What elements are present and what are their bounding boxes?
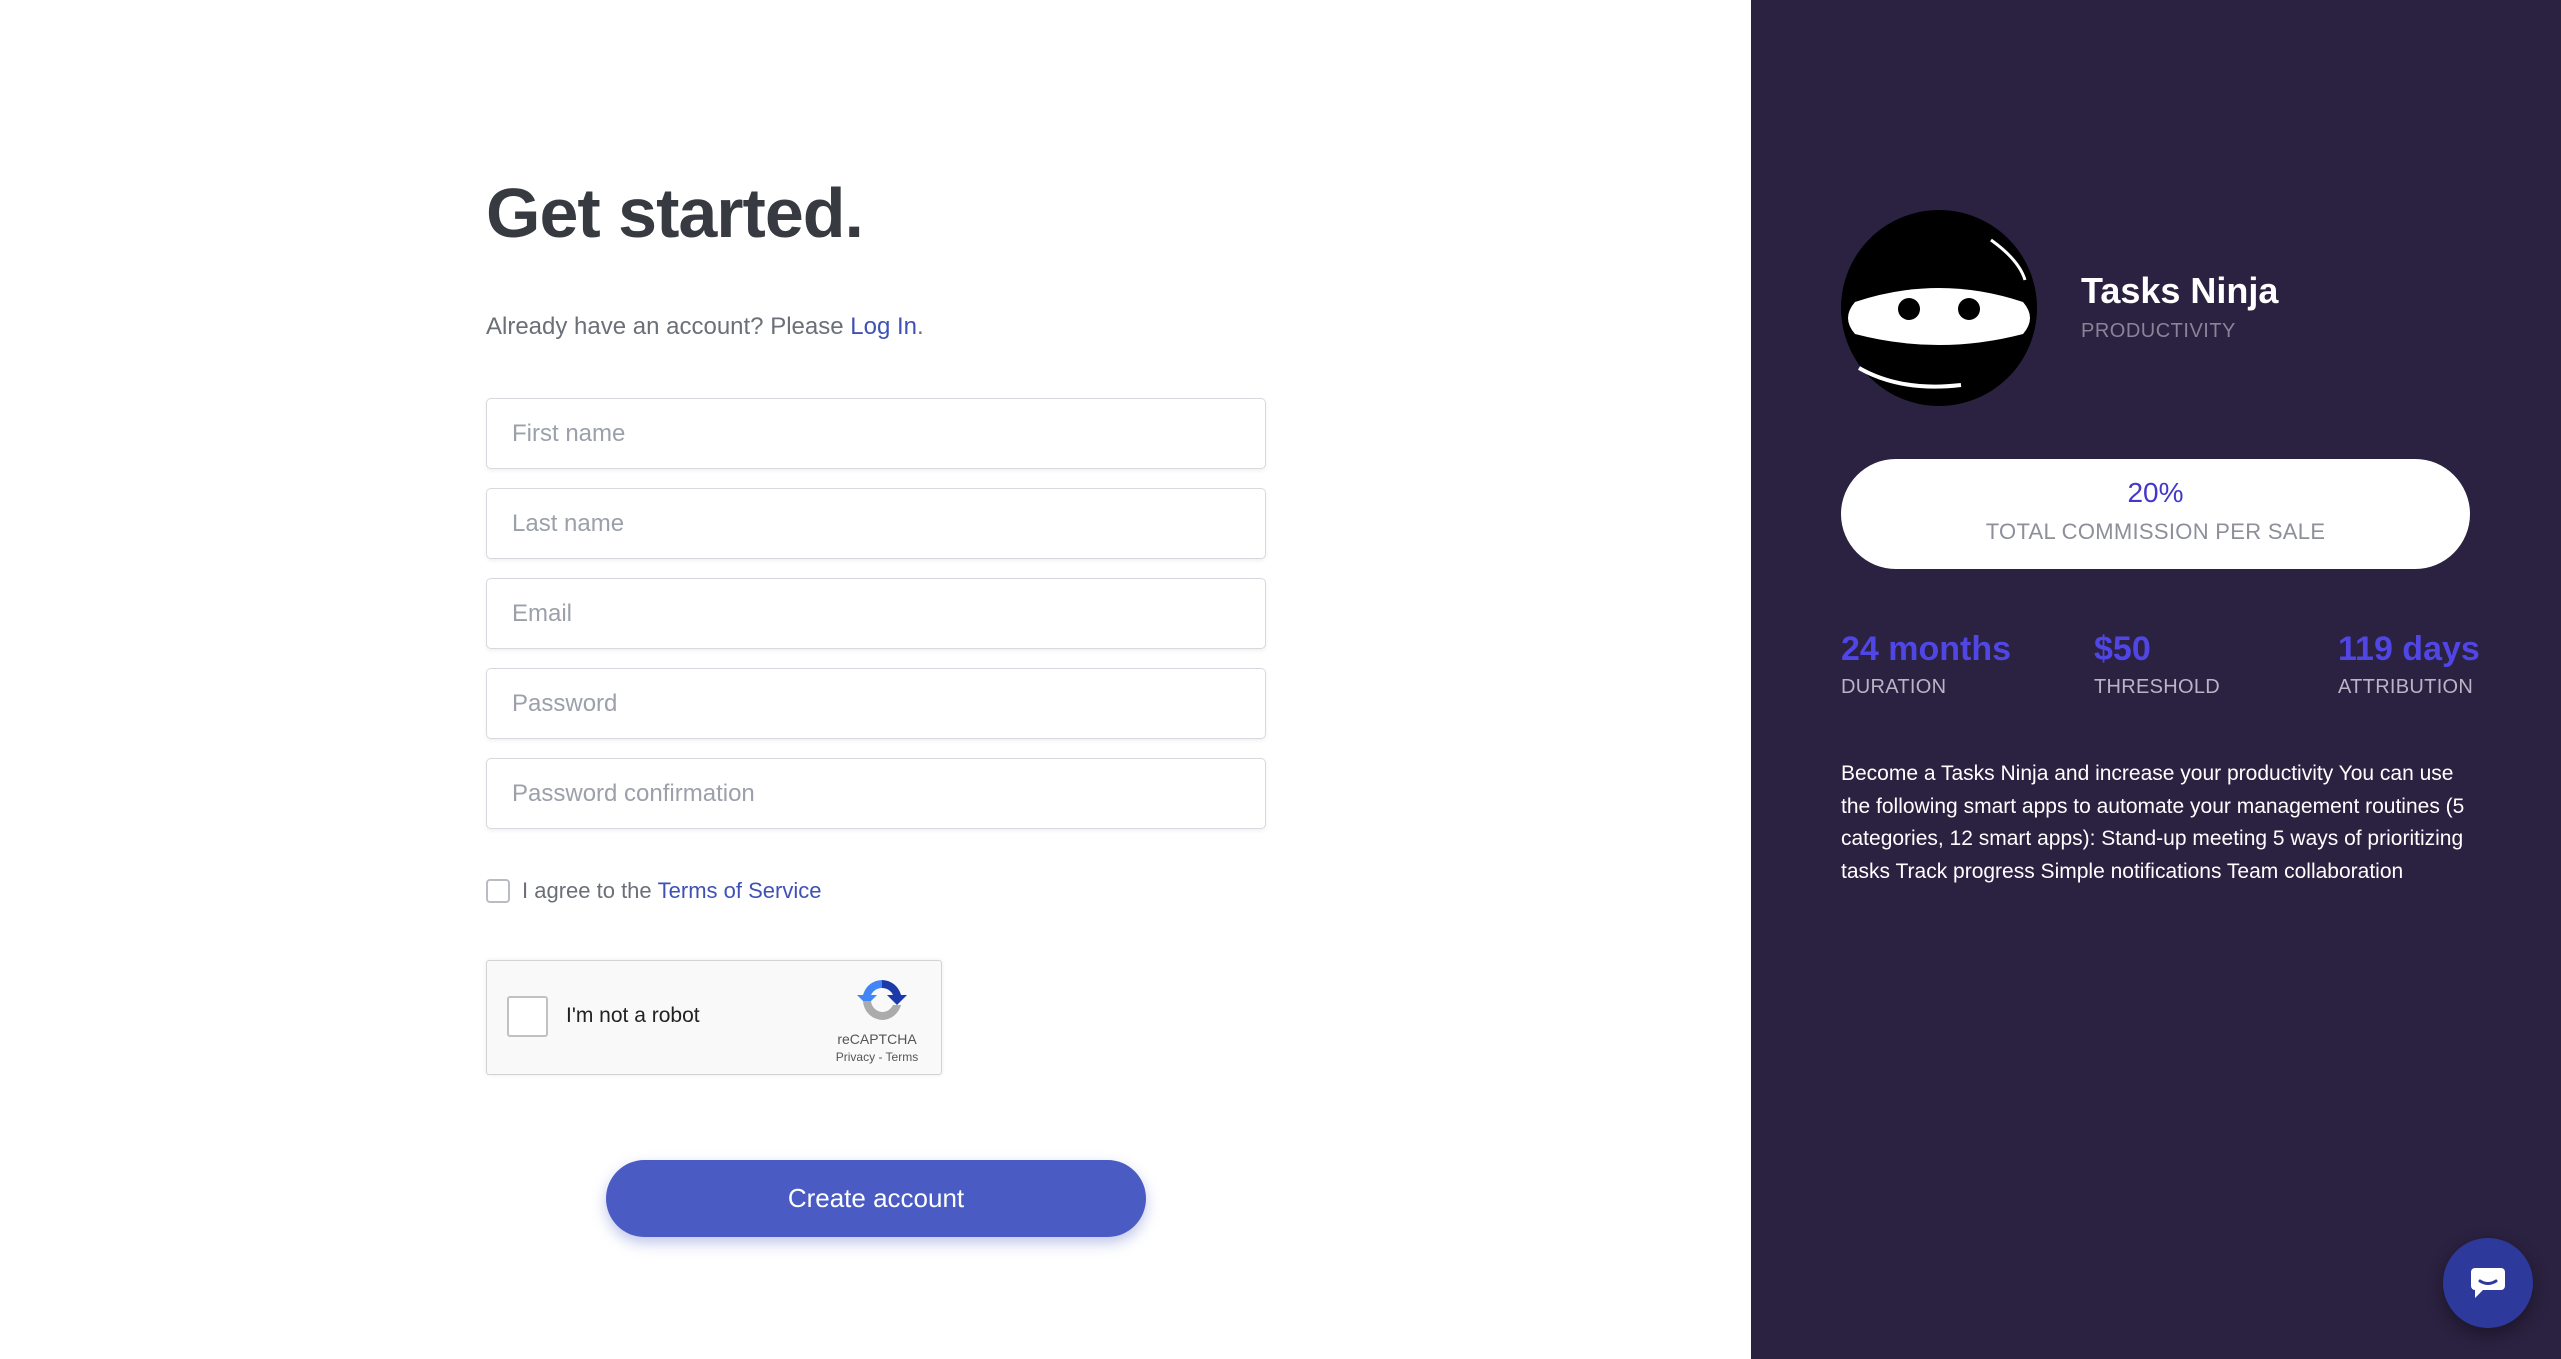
stat-attribution: 119 days ATTRIBUTION	[2338, 628, 2480, 699]
stat-duration-value: 24 months	[1841, 630, 2012, 668]
stat-duration-label: DURATION	[1841, 676, 1947, 698]
program-name: Tasks Ninja	[2081, 270, 2279, 311]
terms-checkbox[interactable]	[486, 879, 510, 903]
terms-of-service-link[interactable]: Terms of Service	[658, 878, 822, 904]
email-field[interactable]	[486, 578, 1266, 649]
terms-row: I agree to the Terms of Service	[486, 876, 1266, 906]
signup-fields	[486, 398, 1266, 829]
recaptcha-widget: I'm not a robot reCAPTCHA Privacy - Term…	[486, 960, 942, 1075]
chat-launcher-button[interactable]	[2443, 1238, 2533, 1328]
login-prompt: Already have an account? Please Log In.	[486, 312, 1266, 342]
login-link[interactable]: Log In	[850, 313, 917, 340]
login-prompt-suffix: .	[916, 313, 924, 340]
recaptcha-brand: reCAPTCHA	[837, 1031, 917, 1047]
program-panel: Tasks Ninja PRODUCTIVITY 20% TOTAL COMMI…	[1751, 0, 2561, 1359]
first-name-field[interactable]	[486, 398, 1266, 469]
program-description: Become a Tasks Ninja and increase your p…	[1841, 762, 2465, 883]
stat-attribution-label: ATTRIBUTION	[2338, 676, 2474, 698]
signup-section: Get started. Already have an account? Pl…	[0, 0, 1751, 1359]
create-account-button[interactable]: Create account	[606, 1160, 1146, 1237]
commission-label: TOTAL COMMISSION PER SALE	[1985, 519, 2326, 544]
recaptcha-privacy-terms[interactable]: Privacy - Terms	[827, 1050, 927, 1064]
commission-card: 20% TOTAL COMMISSION PER SALE	[1841, 459, 2470, 569]
last-name-field[interactable]	[486, 488, 1266, 559]
signup-form: Get started. Already have an account? Pl…	[486, 170, 1266, 1237]
stat-attribution-value: 119 days	[2338, 630, 2480, 668]
terms-label: I agree to the	[522, 878, 652, 903]
stat-threshold-label: THRESHOLD	[2094, 676, 2221, 698]
recaptcha-checkbox[interactable]	[507, 996, 548, 1037]
program-category: PRODUCTIVITY	[2081, 320, 2236, 342]
stat-threshold: $50 THRESHOLD	[2094, 628, 2220, 699]
page-title: Get started.	[486, 174, 864, 252]
stat-duration: 24 months DURATION	[1841, 628, 2011, 699]
password-field[interactable]	[486, 668, 1266, 739]
ninja-logo-icon	[1841, 210, 2037, 406]
chat-bubble-icon	[2471, 1268, 2505, 1298]
recaptcha-logo-icon	[857, 980, 907, 1020]
commission-value: 20%	[2127, 477, 2184, 508]
password-confirmation-field[interactable]	[486, 758, 1266, 829]
signup-page: Get started. Already have an account? Pl…	[0, 0, 2561, 1359]
recaptcha-label: I'm not a robot	[566, 1004, 700, 1027]
stat-threshold-value: $50	[2094, 630, 2151, 668]
login-prompt-text: Already have an account? Please	[486, 313, 844, 340]
